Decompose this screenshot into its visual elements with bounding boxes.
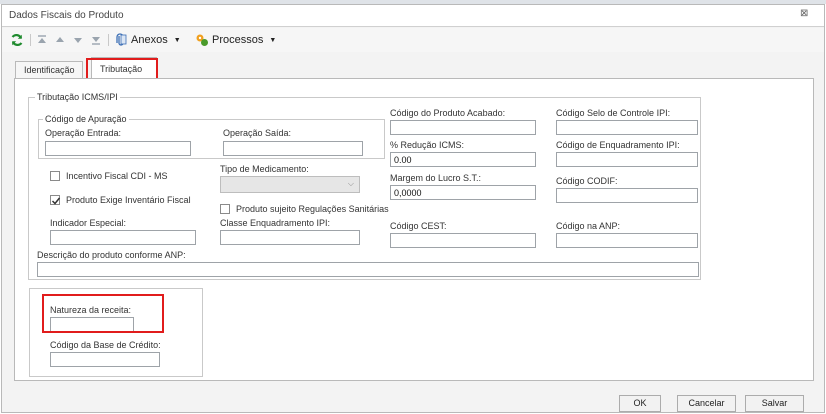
toolbar: Anexos ▼ Processos ▼	[2, 28, 824, 52]
codigo-anp-label: Código na ANP:	[556, 221, 621, 231]
regulacoes-checkbox[interactable]	[220, 204, 230, 214]
base-credito-input[interactable]	[50, 352, 160, 367]
refresh-button[interactable]	[10, 32, 24, 48]
first-record-icon	[38, 35, 46, 43]
exige-inventario-label: Produto Exige Inventário Fiscal	[66, 195, 191, 205]
title-bar: Dados Fiscais do Produto ⊠	[2, 5, 824, 27]
next-record-icon	[74, 38, 82, 43]
apuracao-group-title: Código de Apuração	[43, 114, 129, 124]
processos-menu[interactable]: Processos ▼	[195, 32, 276, 48]
dialog-window: Dados Fiscais do Produto ⊠ Anexos ▼ Proc…	[1, 4, 825, 413]
selo-controle-label: Código Selo de Controle IPI:	[556, 108, 671, 118]
toolbar-separator	[108, 34, 109, 46]
tab-panel: Tributação ICMS/IPI Código de Apuração O…	[14, 78, 814, 381]
incentivo-fiscal-label: Incentivo Fiscal CDI - MS	[66, 171, 168, 181]
window-title: Dados Fiscais do Produto	[9, 10, 124, 21]
codigo-cest-input[interactable]	[390, 233, 536, 248]
checkmark-icon	[51, 197, 61, 205]
tab-label: Identificação	[24, 65, 75, 75]
icms-ipi-group-title: Tributação ICMS/IPI	[35, 92, 120, 102]
anexos-label: Anexos	[131, 34, 168, 46]
operacao-saida-input[interactable]	[223, 141, 363, 156]
toolbar-separator	[30, 34, 31, 46]
chevron-down-icon: ⌵	[347, 179, 354, 188]
next-record-button[interactable]	[72, 32, 84, 48]
first-record-button[interactable]	[36, 32, 48, 48]
cancel-button[interactable]: Cancelar	[677, 395, 736, 412]
selo-controle-input[interactable]	[556, 120, 698, 135]
operacao-entrada-label: Operação Entrada:	[45, 128, 122, 138]
chevron-down-icon: ▼	[269, 36, 277, 44]
base-credito-label: Código da Base de Crédito:	[50, 340, 161, 350]
paperclip-icon	[116, 33, 127, 46]
codif-label: Código CODIF:	[556, 176, 618, 186]
last-record-icon	[92, 37, 100, 45]
apuracao-group: Código de Apuração Operação Entrada: Ope…	[38, 114, 385, 159]
enquadramento-ipi-input[interactable]	[556, 152, 698, 167]
indicador-especial-label: Indicador Especial:	[50, 218, 127, 228]
previous-record-button[interactable]	[54, 32, 66, 48]
descricao-anp-input[interactable]	[37, 262, 699, 277]
indicador-especial-input[interactable]	[50, 230, 196, 245]
classe-enquadramento-label: Classe Enquadramento IPI:	[220, 218, 331, 228]
classe-enquadramento-input[interactable]	[220, 230, 360, 245]
margem-lucro-label: Margem do Lucro S.T.:	[390, 173, 482, 183]
descricao-anp-label: Descrição do produto conforme ANP:	[37, 250, 186, 260]
produto-acabado-label: Código do Produto Acabado:	[390, 108, 506, 118]
chevron-down-icon: ▼	[173, 36, 181, 44]
previous-record-icon	[56, 37, 64, 42]
incentivo-fiscal-checkbox[interactable]	[50, 171, 60, 181]
reducao-icms-input[interactable]: 0.00	[390, 152, 536, 167]
tab-identificacao[interactable]: Identificação	[15, 61, 83, 78]
reducao-icms-label: % Redução ICMS:	[390, 140, 465, 150]
ok-button[interactable]: OK	[619, 395, 661, 412]
codif-input[interactable]	[556, 188, 698, 203]
tipo-medicamento-label: Tipo de Medicamento:	[220, 164, 309, 174]
maximize-icon[interactable]: ⊠	[800, 9, 810, 19]
processos-label: Processos	[212, 34, 264, 46]
refresh-icon	[11, 34, 23, 46]
dialog-footer: OK Cancelar Salvar	[2, 382, 824, 412]
operacao-saida-label: Operação Saída:	[223, 128, 292, 138]
save-button[interactable]: Salvar	[745, 395, 804, 412]
produto-acabado-input[interactable]	[390, 120, 536, 135]
codigo-cest-label: Código CEST:	[390, 221, 447, 231]
last-record-button[interactable]	[90, 32, 102, 48]
enquadramento-ipi-label: Código de Enquadramento IPI:	[556, 140, 680, 150]
tipo-medicamento-select[interactable]: ⌵	[220, 176, 360, 193]
exige-inventario-checkbox[interactable]	[50, 195, 61, 205]
regulacoes-label: Produto sujeito Regulações Sanitárias	[236, 204, 389, 214]
anexos-menu[interactable]: Anexos ▼	[114, 32, 181, 48]
codigo-anp-input[interactable]	[556, 233, 698, 248]
natureza-highlight-box	[42, 294, 164, 333]
icms-ipi-group: Tributação ICMS/IPI Código de Apuração O…	[28, 92, 701, 280]
processos-icon	[196, 34, 208, 46]
operacao-entrada-input[interactable]	[45, 141, 191, 156]
margem-lucro-input[interactable]: 0,0000	[390, 185, 536, 200]
